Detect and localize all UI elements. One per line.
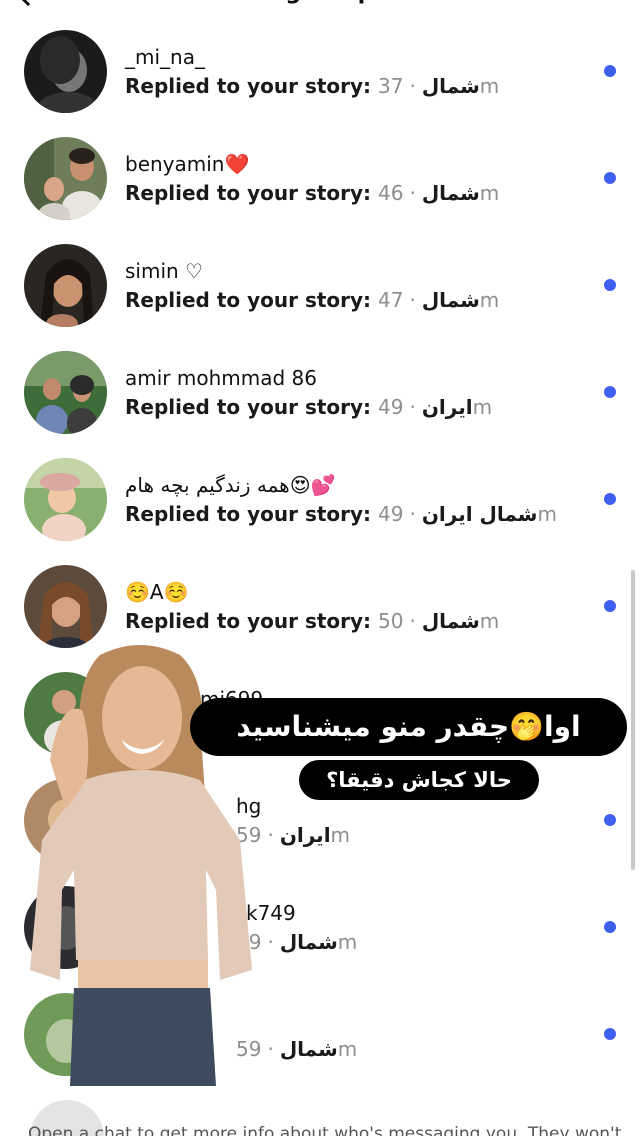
request-preview: Replied to your story: شمال ایران·49m: [125, 502, 557, 526]
avatar: [24, 351, 107, 434]
request-username: amir mohmmad 86: [125, 366, 317, 390]
request-preview: شمال·59m: [236, 930, 358, 954]
sticker-caption-main: اوا🤭چقدر منو میشناسید: [190, 698, 627, 756]
avatar: [24, 458, 107, 541]
unread-dot-icon: [604, 1028, 616, 1040]
unread-dot-icon: [604, 493, 616, 505]
top-bar: Message requests Edit: [0, 0, 640, 10]
request-preview: شمال·59m: [236, 1037, 358, 1061]
edit-button[interactable]: Edit: [573, 0, 616, 8]
unread-dot-icon: [604, 279, 616, 291]
request-username: ☺️A☺️: [125, 580, 189, 604]
sticker-caption-sub: حالا کجاش دقیقا؟: [299, 760, 539, 800]
request-row[interactable]: همه زندگیم بچه هام😍💕 Replied to your sto…: [0, 458, 640, 565]
unread-dot-icon: [604, 921, 616, 933]
request-row[interactable]: amir mohmmad 86 Replied to your story: ا…: [0, 351, 640, 458]
request-username: benyamin❤️: [125, 152, 250, 176]
request-username: _mi_na_: [125, 45, 205, 69]
avatar: [24, 244, 107, 327]
request-row[interactable]: simin ♡ Replied to your story: شمال·47m: [0, 244, 640, 351]
page-title: Message requests: [0, 0, 640, 8]
request-row[interactable]: _mi_na_ Replied to your story: شمال·37m: [0, 30, 640, 137]
request-username: همه زندگیم بچه هام😍💕: [125, 473, 336, 497]
avatar: [24, 565, 107, 648]
unread-dot-icon: [604, 65, 616, 77]
avatar: [24, 137, 107, 220]
scrollbar[interactable]: [631, 570, 635, 870]
request-preview: ایران·59m: [236, 823, 351, 847]
request-preview: Replied to your story: شمال·46m: [125, 181, 500, 205]
unread-dot-icon: [604, 386, 616, 398]
request-preview: Replied to your story: شمال·47m: [125, 288, 500, 312]
unread-dot-icon: [604, 600, 616, 612]
request-preview: Replied to your story: ایران·49m: [125, 395, 493, 419]
footer-note: Open a chat to get more info about who's…: [28, 1124, 622, 1136]
unread-dot-icon: [604, 172, 616, 184]
request-username: simin ♡: [125, 259, 203, 283]
unread-dot-icon: [604, 814, 616, 826]
avatar: [24, 30, 107, 113]
request-preview: Replied to your story: شمال·37m: [125, 74, 500, 98]
request-row[interactable]: benyamin❤️ Replied to your story: شمال·4…: [0, 137, 640, 244]
request-preview: Replied to your story: شمال·50m: [125, 609, 500, 633]
